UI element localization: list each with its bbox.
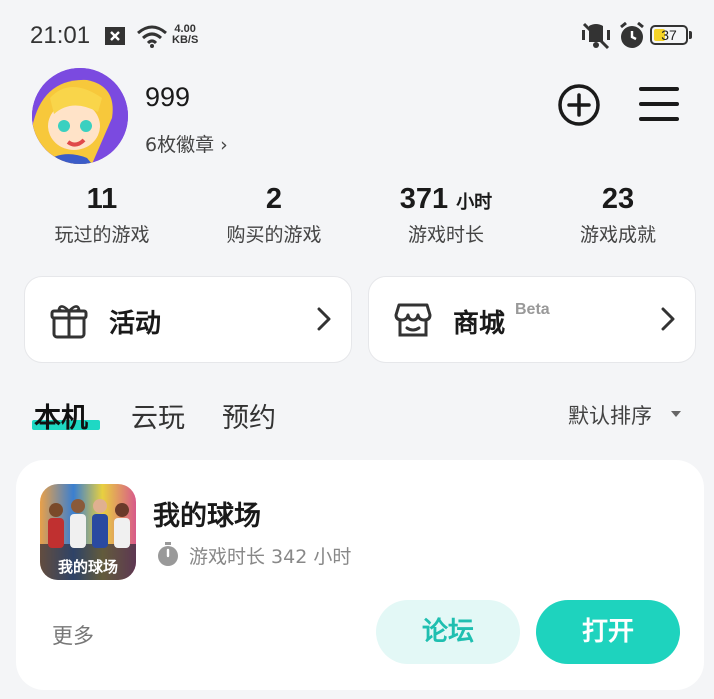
stopwatch-icon xyxy=(156,542,180,572)
stat-value: 2 xyxy=(265,183,283,215)
tab-cloud-play[interactable]: 云玩 xyxy=(131,396,185,435)
stat-label: 购买的游戏 xyxy=(226,224,322,246)
net-speed: 4.00 KB/S xyxy=(172,24,198,46)
stat-label: 玩过的游戏 xyxy=(54,224,150,246)
tab-reservations[interactable]: 预约 xyxy=(222,396,276,435)
game-cover-image: 我的球场 xyxy=(40,484,136,580)
battery-indicator: 37 xyxy=(650,25,692,45)
stat-value: 11 xyxy=(86,183,118,215)
chevron-right-icon xyxy=(661,307,675,335)
chevron-right-icon xyxy=(317,307,331,335)
stat-unit: 小时 xyxy=(456,192,493,213)
stat-label: 游戏成就 xyxy=(579,224,656,246)
vibrate-off-icon xyxy=(580,22,612,54)
status-time: 21:01 xyxy=(30,22,91,49)
stat-value: 23 xyxy=(601,183,635,215)
activity-label: 活动 xyxy=(109,309,162,339)
store-icon xyxy=(393,301,433,345)
tab-local[interactable]: 本机 xyxy=(34,396,88,435)
menu-button[interactable] xyxy=(638,84,680,128)
game-icon[interactable]: 我的球场 xyxy=(40,484,136,580)
game-title: 我的球场 xyxy=(153,501,261,532)
stat-achievements[interactable]: 23 游戏成就 xyxy=(532,183,704,247)
wifi-icon xyxy=(136,24,168,52)
more-button[interactable]: 更多 xyxy=(52,620,94,650)
hamburger-menu-icon xyxy=(639,87,679,121)
add-button[interactable] xyxy=(556,82,602,132)
forum-button[interactable]: 论坛 xyxy=(376,600,520,664)
username: 999 xyxy=(145,82,191,112)
status-bar: 21:01 4.00 KB/S 37 xyxy=(0,0,714,72)
store-label: 商城 xyxy=(453,309,506,339)
notification-icon xyxy=(101,25,127,51)
avatar[interactable] xyxy=(32,68,128,164)
stat-playtime[interactable]: 371 小时 游戏时长 xyxy=(360,183,532,247)
activity-card[interactable]: 活动 xyxy=(24,276,352,363)
sort-dropdown[interactable]: 默认排序 xyxy=(568,400,652,430)
open-button[interactable]: 打开 xyxy=(536,600,680,664)
net-speed-unit: KB/S xyxy=(172,34,199,46)
store-card[interactable]: 商城 Beta xyxy=(368,276,696,363)
avatar-image xyxy=(32,68,128,164)
beta-badge: Beta xyxy=(515,301,550,318)
gift-icon xyxy=(49,301,89,345)
caret-down-icon xyxy=(671,411,681,417)
stat-games-played[interactable]: 11 玩过的游戏 xyxy=(16,183,188,247)
stat-value: 371 xyxy=(399,183,449,215)
badges-link[interactable]: 6枚徽章 › xyxy=(145,130,228,157)
game-card[interactable]: 我的球场 我的球场 游戏时长 342 小时 更多 论坛 打开 xyxy=(16,460,704,690)
stat-label: 游戏时长 xyxy=(407,224,484,246)
alarm-icon xyxy=(618,21,646,54)
battery-level: 37 xyxy=(661,27,677,43)
plus-circle-icon xyxy=(558,84,600,126)
game-playtime: 游戏时长 342 小时 xyxy=(189,546,352,568)
stat-games-purchased[interactable]: 2 购买的游戏 xyxy=(188,183,360,247)
game-cover-caption: 我的球场 xyxy=(58,558,118,576)
